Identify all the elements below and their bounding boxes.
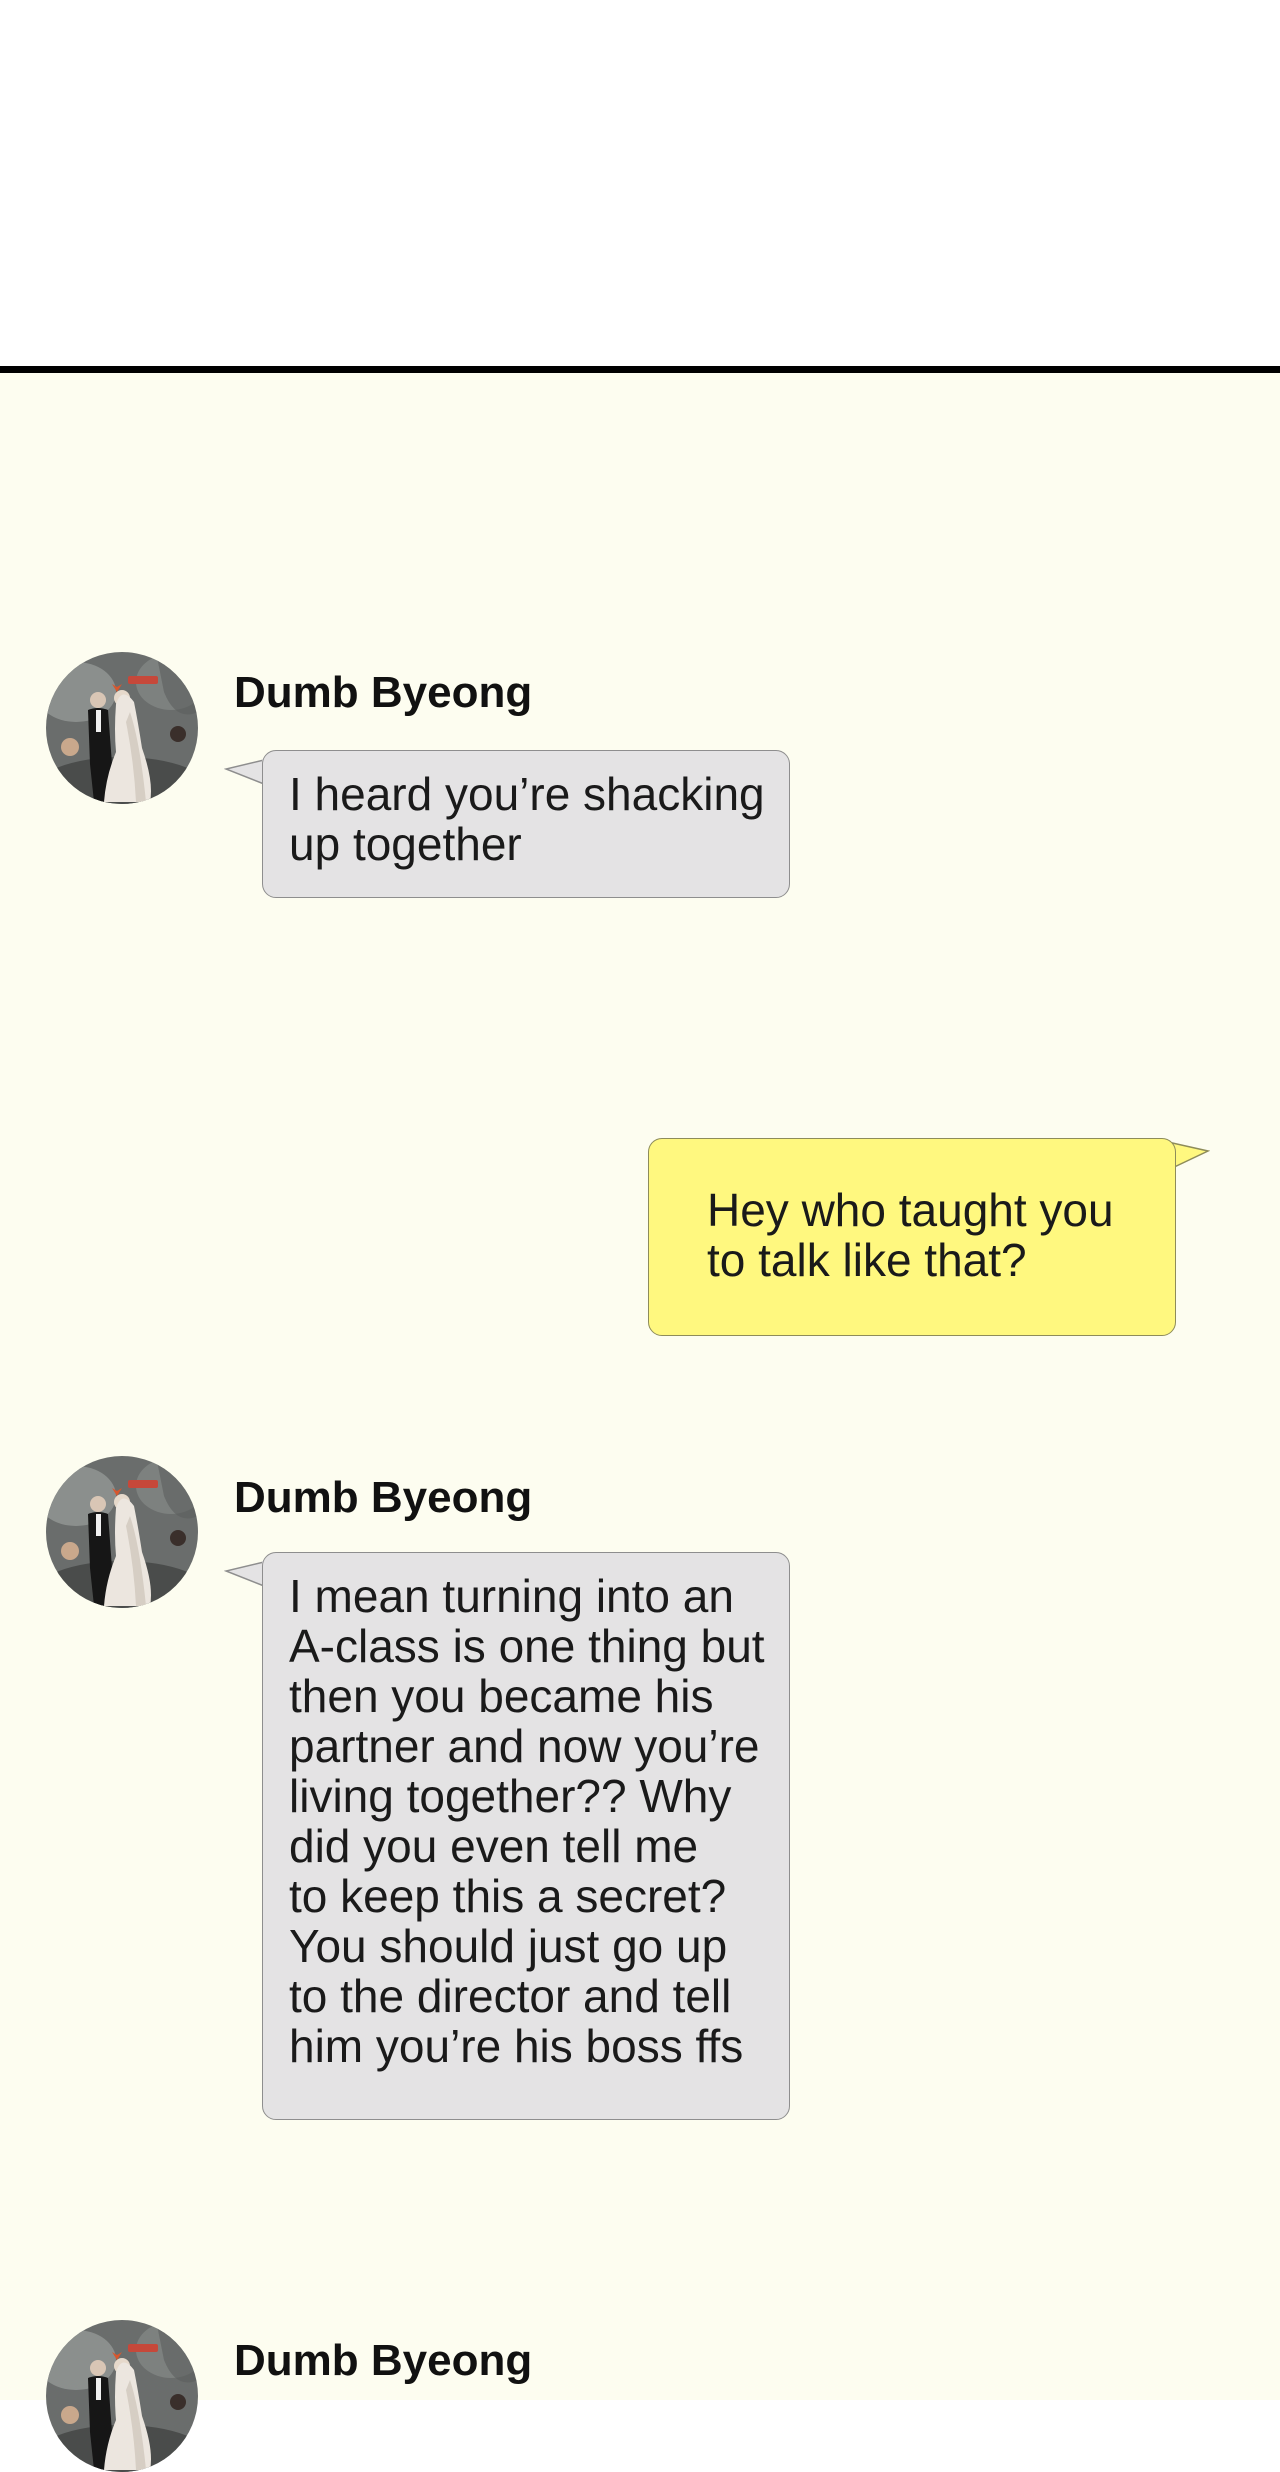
sender-name: Dumb Byeong <box>234 668 533 717</box>
message-bubble: I mean turning into an A-class is one th… <box>262 1552 790 2120</box>
message-bubble-sent: Hey who taught you to talk like that? <box>648 1138 1176 1336</box>
sender-name: Dumb Byeong <box>234 1473 533 1522</box>
bubble-tail <box>224 759 266 787</box>
message-bubble: I heard you’re shacking up together <box>262 750 790 898</box>
blank-panel-space <box>0 0 1280 366</box>
sender-name: Dumb Byeong <box>234 2336 533 2385</box>
wedding-photo-icon <box>46 2320 198 2472</box>
wedding-photo-icon <box>46 652 198 804</box>
avatar[interactable] <box>46 652 198 804</box>
panel-divider <box>0 366 1280 373</box>
bubble-tail <box>224 1561 266 1589</box>
avatar[interactable] <box>46 1456 198 1608</box>
wedding-photo-icon <box>46 1456 198 1608</box>
avatar[interactable] <box>46 2320 198 2472</box>
